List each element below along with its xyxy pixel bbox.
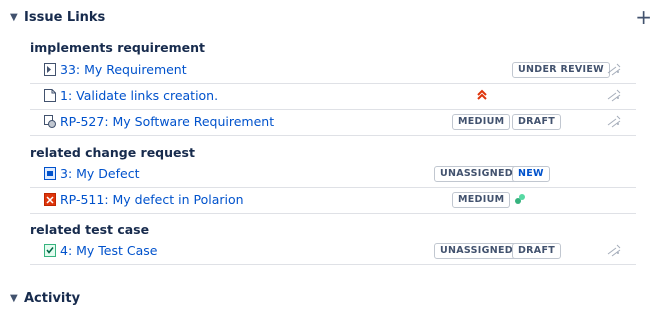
link-row: 4: My Test Case UNASSIGNED DRAFT [30,238,636,265]
unlink-icon[interactable] [606,63,622,77]
group-label-related-change-request: related change request [30,145,195,160]
priority-highest-icon [477,89,487,100]
polarion-defect-icon [44,193,56,206]
requirement-icon [44,63,56,76]
priority-badge: UNASSIGNED [434,243,519,259]
unlink-icon[interactable] [606,244,622,258]
priority-badge: MEDIUM [452,192,511,208]
priority-badge: MEDIUM [452,114,511,130]
test-case-icon [44,244,56,257]
activity-title: Activity [24,291,81,306]
link-title[interactable]: 4: My Test Case [60,243,157,258]
chevron-down-icon[interactable]: ▼ [10,12,24,23]
plus-icon[interactable]: + [635,7,652,27]
status-badge: DRAFT [512,243,562,259]
link-title[interactable]: RP-527: My Software Requirement [60,114,274,129]
chevron-down-icon[interactable]: ▼ [10,293,24,304]
link-row: 3: My Defect UNASSIGNED NEW [30,161,636,188]
priority-badge: UNASSIGNED [434,166,519,182]
unlink-icon[interactable] [606,89,622,103]
green-status-icon [515,194,525,204]
group-label-related-test-case: related test case [30,222,150,237]
status-badge: NEW [512,166,550,182]
link-title[interactable]: 3: My Defect [60,166,139,181]
issue-links-header[interactable]: ▼ Issue Links [10,10,105,25]
issue-links-title: Issue Links [24,10,106,25]
link-title[interactable]: 1: Validate links creation. [60,88,218,103]
link-row: RP-527: My Software Requirement MEDIUM D… [30,109,636,136]
link-title[interactable]: RP-511: My defect in Polarion [60,192,244,207]
link-row: 1: Validate links creation. [30,83,636,110]
defect-icon [44,167,56,180]
unlink-icon[interactable] [606,115,622,129]
link-row: RP-511: My defect in Polarion MEDIUM [30,187,636,214]
group-label-implements-requirement: implements requirement [30,40,205,55]
status-badge: UNDER REVIEW [512,62,610,78]
link-title[interactable]: 33: My Requirement [60,62,187,77]
activity-header[interactable]: ▼ Activity [10,291,80,306]
document-icon [44,89,56,102]
status-badge: DRAFT [512,114,562,130]
software-requirement-icon [44,115,56,128]
link-row: 33: My Requirement UNDER REVIEW [30,57,636,84]
